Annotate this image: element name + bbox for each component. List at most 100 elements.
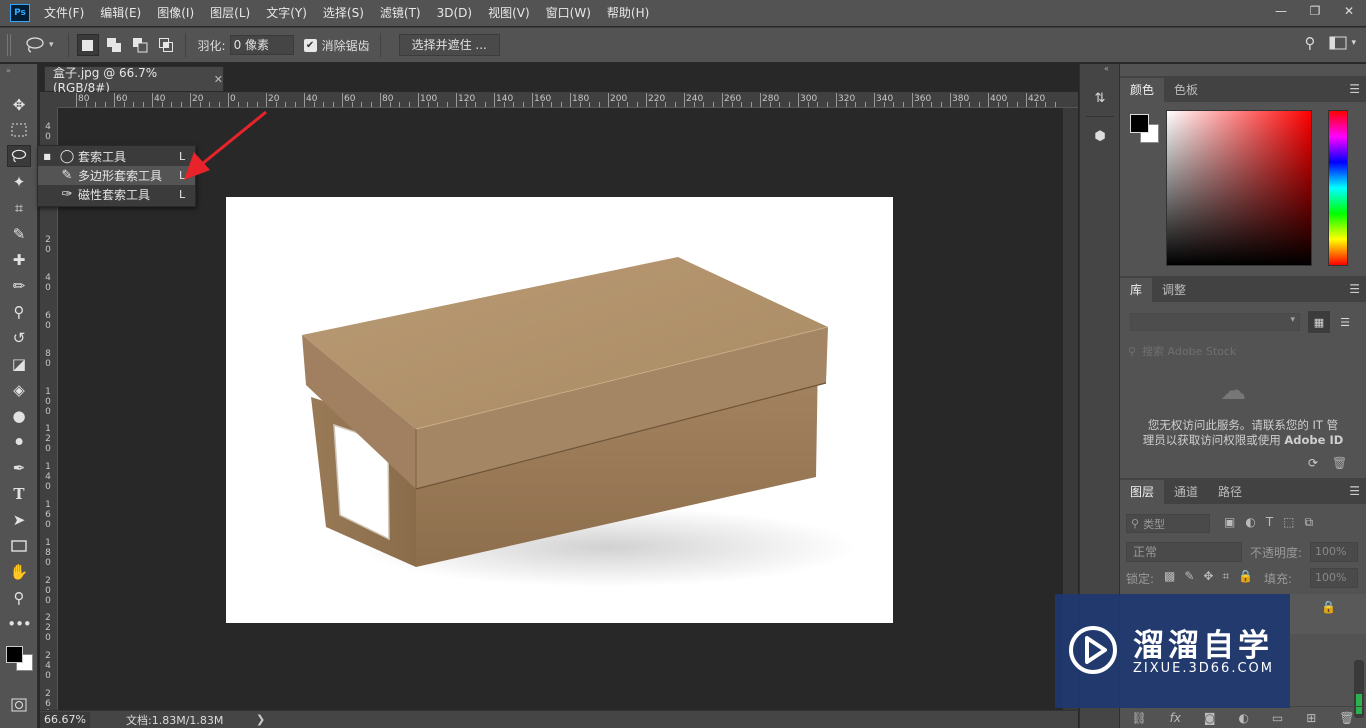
tab-color[interactable]: 颜色 <box>1120 78 1165 102</box>
flyout-item[interactable]: ✎ 多边形套索工具 L <box>38 166 195 185</box>
lock-all-icon[interactable]: 🔒 <box>1238 569 1253 584</box>
cloud-sync-icon[interactable]: ⟳ <box>1308 456 1318 470</box>
stock-search-input[interactable]: ⚲ 搜索 Adobe Stock <box>1128 342 1358 360</box>
menu-item[interactable]: 窗口(W) <box>538 0 599 26</box>
type-tool[interactable]: T <box>7 483 31 505</box>
menu-item[interactable]: 视图(V) <box>480 0 538 26</box>
healing-brush-tool[interactable]: ✚ <box>7 249 31 271</box>
delete-layer-icon[interactable]: 🗑 <box>1339 711 1354 725</box>
collapse-panel-icon[interactable]: « <box>1104 64 1109 73</box>
antialias-checkbox[interactable]: ✔ <box>303 38 317 52</box>
fill-input[interactable]: 100% <box>1310 568 1358 588</box>
opacity-input[interactable]: 100% <box>1310 542 1358 562</box>
fx-icon[interactable]: fx <box>1170 711 1181 725</box>
collapse-panel-icon[interactable]: » <box>6 66 11 75</box>
smart-object-filter-icon[interactable]: ⧉ <box>1305 515 1314 530</box>
eyedropper-tool[interactable]: ✎ <box>7 223 31 245</box>
panel-menu-icon[interactable]: ☰ <box>1349 282 1360 296</box>
minimize-button[interactable]: — <box>1264 0 1298 22</box>
path-selection-tool[interactable]: ➤ <box>7 509 31 531</box>
history-brush-tool[interactable]: ↺ <box>7 327 31 349</box>
blend-mode-dropdown[interactable]: 正常 <box>1126 542 1242 562</box>
lasso-tool[interactable] <box>7 145 31 167</box>
intersect-selection-button[interactable] <box>155 34 177 56</box>
stamp-tool[interactable]: ⚲ <box>7 301 31 323</box>
feather-input[interactable]: 0 像素 <box>229 35 294 55</box>
new-selection-button[interactable] <box>76 34 99 56</box>
history-panel-icon[interactable]: ⇅ <box>1090 88 1110 108</box>
foreground-color-swatch[interactable] <box>6 646 23 663</box>
add-mask-icon[interactable]: ◙ <box>1204 711 1216 725</box>
menu-item[interactable]: 帮助(H) <box>599 0 657 26</box>
list-view-button[interactable]: ☰ <box>1334 311 1356 333</box>
dodge-tool[interactable]: ⚫ <box>7 431 31 453</box>
lock-position-icon[interactable]: ✥ <box>1203 569 1213 584</box>
menu-item[interactable]: 文字(Y) <box>258 0 315 26</box>
menu-item[interactable]: 图层(L) <box>202 0 258 26</box>
flyout-item[interactable]: ✑ 磁性套索工具 L <box>38 185 195 204</box>
panel-menu-icon[interactable]: ☰ <box>1349 484 1360 498</box>
search-icon[interactable]: ⚲ <box>1304 34 1315 52</box>
edit-toolbar-button[interactable]: ••• <box>7 613 32 635</box>
shape-filter-icon[interactable]: ⬚ <box>1283 515 1294 530</box>
add-selection-button[interactable] <box>103 34 125 56</box>
new-group-icon[interactable]: ▭ <box>1272 711 1283 725</box>
tool-preset-picker[interactable]: ▾ <box>24 36 54 54</box>
close-window-button[interactable]: ✕ <box>1332 0 1366 22</box>
tab-channels[interactable]: 通道 <box>1164 480 1208 504</box>
tab-library[interactable]: 库 <box>1120 278 1153 302</box>
magic-wand-tool[interactable]: ✦ <box>7 171 31 193</box>
adjustment-filter-icon[interactable]: ◐ <box>1245 515 1255 530</box>
menu-item[interactable]: 图像(I) <box>149 0 202 26</box>
hue-slider[interactable] <box>1328 110 1348 266</box>
blur-tool[interactable]: ● <box>7 405 31 427</box>
pixel-filter-icon[interactable]: ▣ <box>1224 515 1235 530</box>
zoom-level-field[interactable]: 66.67% <box>40 711 90 728</box>
workspace-icon[interactable] <box>1329 36 1347 50</box>
type-filter-icon[interactable]: T <box>1266 515 1273 530</box>
adjustment-layer-icon[interactable]: ◐ <box>1239 711 1249 725</box>
document-tab[interactable]: 盒子.jpg @ 66.7%(RGB/8#) ✕ <box>44 66 224 95</box>
hand-tool[interactable]: ✋ <box>7 561 31 583</box>
new-layer-icon[interactable]: ⊞ <box>1306 711 1316 725</box>
menu-item[interactable]: 文件(F) <box>36 0 92 26</box>
quick-mask-button[interactable] <box>7 694 31 716</box>
brush-tool[interactable]: ✏ <box>7 275 31 297</box>
lock-transparent-icon[interactable]: ▩ <box>1164 569 1175 584</box>
pen-tool[interactable]: ✒ <box>7 457 31 479</box>
chevron-down-icon[interactable]: ▾ <box>1351 38 1356 48</box>
ruler-origin[interactable] <box>40 92 58 108</box>
menu-item[interactable]: 编辑(E) <box>92 0 149 26</box>
menu-item[interactable]: 滤镜(T) <box>372 0 429 26</box>
link-layers-icon[interactable]: ⛓ <box>1131 711 1146 725</box>
close-tab-icon[interactable]: ✕ <box>214 73 223 86</box>
status-menu-arrow[interactable]: ❯ <box>256 713 265 726</box>
layer-filter-dropdown[interactable]: ⚲ 类型 <box>1126 514 1210 533</box>
move-tool[interactable]: ✥ <box>7 94 31 116</box>
lock-artboard-icon[interactable]: ⌗ <box>1222 569 1229 584</box>
crop-tool[interactable]: ⌗ <box>7 197 31 219</box>
tab-adjustments[interactable]: 调整 <box>1152 278 1196 302</box>
marquee-tool[interactable] <box>7 119 31 141</box>
menu-item[interactable]: 选择(S) <box>315 0 372 26</box>
tab-layers[interactable]: 图层 <box>1120 480 1165 504</box>
3d-panel-icon[interactable]: ⬢ <box>1090 126 1110 146</box>
flyout-item[interactable]: ■ ◯ 套索工具 L <box>38 147 195 166</box>
color-panel-swatches[interactable] <box>1130 112 1160 144</box>
eraser-tool[interactable]: ◪ <box>7 353 31 375</box>
color-swatches[interactable] <box>4 640 34 680</box>
foreground-color-swatch[interactable] <box>1130 114 1149 133</box>
menu-item[interactable]: 3D(D) <box>429 0 480 26</box>
paint-bucket-tool[interactable]: ◈ <box>7 379 31 401</box>
library-dropdown[interactable]: ▾ <box>1130 313 1300 331</box>
rectangle-tool[interactable] <box>7 535 31 557</box>
horizontal-ruler[interactable]: 80 60 40 20 0 20 40 60 80 100 120 140 160 180 200 220 24… <box>58 92 1078 108</box>
restore-button[interactable]: ❐ <box>1298 0 1332 22</box>
grid-view-button[interactable]: ▦ <box>1308 311 1330 333</box>
lock-image-icon[interactable]: ✎ <box>1184 569 1194 584</box>
tab-paths[interactable]: 路径 <box>1208 480 1252 504</box>
select-and-mask-button[interactable]: 选择并遮住 ... <box>398 34 500 56</box>
subtract-selection-button[interactable] <box>129 34 151 56</box>
tab-swatches[interactable]: 色板 <box>1164 78 1208 102</box>
trash-icon[interactable]: 🗑 <box>1332 456 1347 470</box>
